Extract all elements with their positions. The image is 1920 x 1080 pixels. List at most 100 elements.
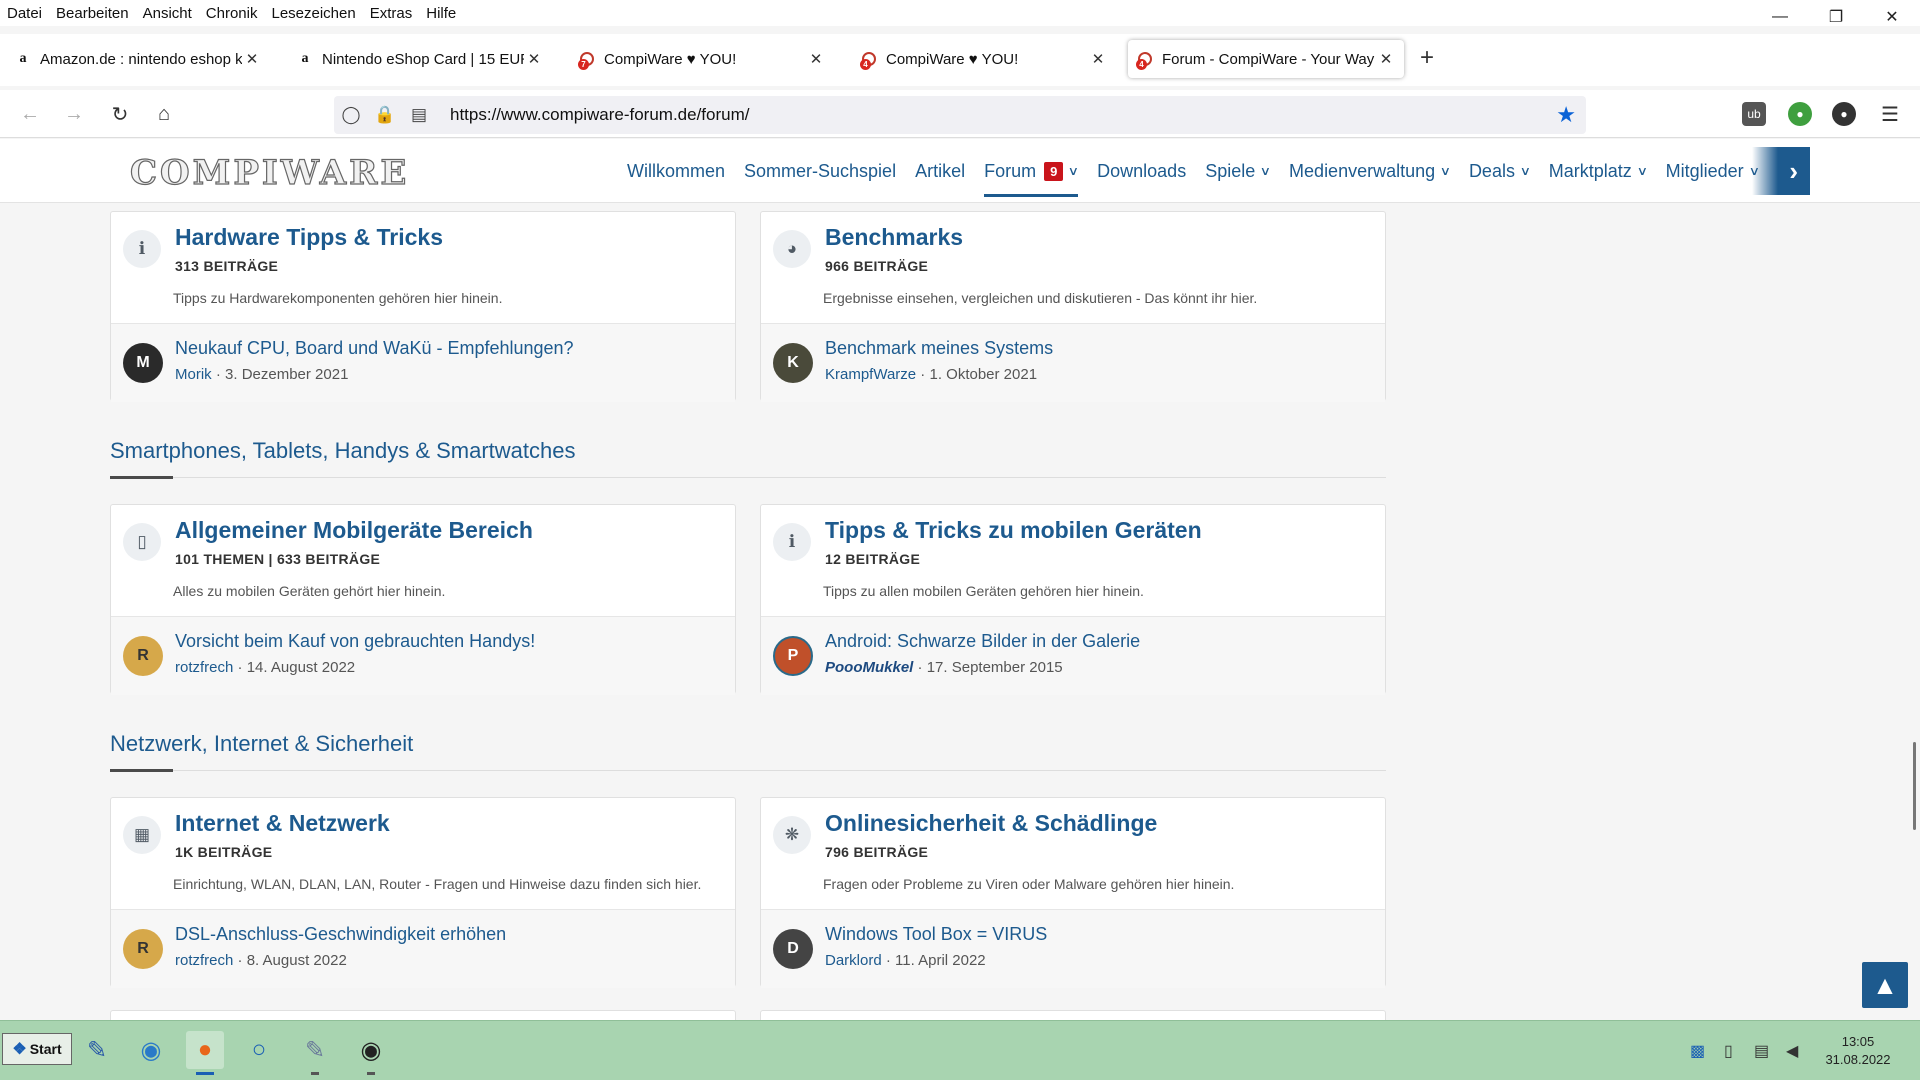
address-bar[interactable]: ◯ 🔒 ▤ https://www.compiware-forum.de/for… xyxy=(334,96,1586,134)
close-tab-icon[interactable]: ✕ xyxy=(1088,50,1108,68)
category-title[interactable]: Smartphones, Tablets, Handys & Smartwatc… xyxy=(110,438,575,464)
close-window-button[interactable]: ✕ xyxy=(1864,0,1920,34)
avatar[interactable]: D xyxy=(773,929,813,969)
avatar[interactable]: R xyxy=(123,636,163,676)
tab-amazon-1[interactable]: a Amazon.de : nintendo eshop ka ✕ xyxy=(6,40,270,78)
menu-ansicht[interactable]: Ansicht xyxy=(136,5,199,22)
menu-datei[interactable]: Datei xyxy=(0,5,49,22)
scroll-to-top-button[interactable]: ▲ xyxy=(1862,962,1908,1008)
nav-mitglieder[interactable]: Mitglieder∨ xyxy=(1665,139,1760,203)
avatar[interactable]: P xyxy=(773,636,813,676)
forum-title[interactable]: Onlinesicherheit & Schädlinge xyxy=(825,810,1157,837)
url-text[interactable]: https://www.compiware-forum.de/forum/ xyxy=(450,105,749,125)
last-thread-link[interactable]: Windows Tool Box = VIRUS xyxy=(825,924,1047,945)
last-thread-link[interactable]: Neukauf CPU, Board und WaKü - Empfehlung… xyxy=(175,338,574,359)
network-status-icon[interactable]: ▤ xyxy=(1754,1041,1769,1061)
reload-icon[interactable]: ↻ xyxy=(104,98,136,130)
site-logo[interactable]: COMPIWARE xyxy=(129,152,409,193)
chevron-down-icon[interactable]: ∨ xyxy=(1068,164,1079,178)
navigation-toolbar: ← → ↻ ⌂ ◯ 🔒 ▤ https://www.compiware-foru… xyxy=(0,90,1920,138)
menu-lesezeichen[interactable]: Lesezeichen xyxy=(264,5,362,22)
category-title[interactable]: Netzwerk, Internet & Sicherheit xyxy=(110,731,413,757)
lock-icon[interactable]: 🔒 xyxy=(368,105,402,125)
forum-title[interactable]: Hardware Tipps & Tricks xyxy=(175,224,443,251)
avatar[interactable]: K xyxy=(773,343,813,383)
nav-artikel[interactable]: Artikel xyxy=(915,139,965,203)
nav-scroll-right-button[interactable]: › xyxy=(1752,147,1810,195)
minimize-button[interactable]: — xyxy=(1752,0,1808,34)
close-tab-icon[interactable]: ✕ xyxy=(806,50,826,68)
thunderbird-icon[interactable]: ○ xyxy=(240,1031,278,1069)
post-date: 3. Dezember 2021 xyxy=(225,366,349,383)
last-thread-link[interactable]: Benchmark meines Systems xyxy=(825,338,1053,359)
tab-forum-active[interactable]: 4 Forum - CompiWare - Your Way ✕ xyxy=(1128,40,1404,78)
nav-deals[interactable]: Deals ∨ xyxy=(1469,139,1531,203)
nav-marktplatz[interactable]: Marktplatz ∨ xyxy=(1549,139,1648,203)
chevron-down-icon[interactable]: ∨ xyxy=(1636,164,1647,178)
forum-title[interactable]: Allgemeiner Mobilgeräte Bereich xyxy=(175,517,533,544)
nav-forum[interactable]: Forum 9 ∨ xyxy=(984,139,1079,203)
new-tab-button[interactable]: + xyxy=(1420,44,1434,72)
reader-icon[interactable]: ▤ xyxy=(402,105,436,125)
forum-title[interactable]: Internet & Netzwerk xyxy=(175,810,390,837)
firefox-icon[interactable]: ● xyxy=(186,1031,224,1075)
extension-globe-icon[interactable]: ● xyxy=(1788,102,1812,126)
nav-spiele[interactable]: Spiele ∨ xyxy=(1205,139,1271,203)
avatar[interactable]: M xyxy=(123,343,163,383)
post-date: 11. April 2022 xyxy=(895,952,986,969)
system-clock[interactable]: 13:05 31.08.2022 xyxy=(1818,1033,1898,1069)
start-button[interactable]: ❖ Start xyxy=(2,1033,72,1065)
nav-label: Mitglieder xyxy=(1665,160,1744,181)
avatar[interactable]: R xyxy=(123,929,163,969)
menu-bearbeiten[interactable]: Bearbeiten xyxy=(49,5,136,22)
close-tab-icon[interactable]: ✕ xyxy=(1376,50,1396,68)
tab-amazon-2[interactable]: a Nintendo eShop Card | 15 EUR ( ✕ xyxy=(288,40,552,78)
last-thread-link[interactable]: Vorsicht beim Kauf von gebrauchten Handy… xyxy=(175,631,535,652)
restore-button[interactable]: ❐ xyxy=(1808,0,1864,34)
paint-icon[interactable]: ✎ xyxy=(296,1031,334,1075)
taskbar: ❖ Start ✎ ◉ ● ○ ✎ ◉ ▩ ▯ ▤ ◀ 13:05 31.08.2… xyxy=(0,1020,1920,1080)
nav-willkommen[interactable]: Willkommen xyxy=(627,139,725,203)
username-link[interactable]: KrampfWarze xyxy=(825,366,916,383)
menu-chronik[interactable]: Chronik xyxy=(199,5,265,22)
keyboard-layout-icon[interactable]: ▩ xyxy=(1690,1041,1705,1061)
last-thread-link[interactable]: Android: Schwarze Bilder in der Galerie xyxy=(825,631,1140,652)
hamburger-menu-icon[interactable]: ☰ xyxy=(1874,98,1906,130)
battery-icon[interactable]: ▯ xyxy=(1724,1041,1733,1061)
tab-compiware-1[interactable]: 7 CompiWare ♥ YOU! ✕ xyxy=(570,40,834,78)
close-tab-icon[interactable]: ✕ xyxy=(524,50,544,68)
screenshot-tool-icon[interactable]: ◉ xyxy=(352,1031,390,1075)
network-globe-icon[interactable]: ◉ xyxy=(132,1031,170,1069)
account-icon[interactable]: ● xyxy=(1832,102,1856,126)
forum-stats: 101 THEMEN | 633 BEITRÄGE xyxy=(175,551,381,567)
username-link[interactable]: rotzfrech xyxy=(175,659,233,676)
chevron-down-icon[interactable]: ∨ xyxy=(1260,164,1271,178)
menu-hilfe[interactable]: Hilfe xyxy=(419,5,463,22)
chevron-down-icon[interactable]: ∨ xyxy=(1440,164,1451,178)
close-tab-icon[interactable]: ✕ xyxy=(242,50,262,68)
volume-icon[interactable]: ◀ xyxy=(1786,1041,1798,1061)
username-link[interactable]: Darklord xyxy=(825,952,882,969)
nav-downloads[interactable]: Downloads xyxy=(1097,139,1186,203)
username-link[interactable]: PoooMukkel xyxy=(825,659,913,676)
username-link[interactable]: Morik xyxy=(175,366,212,383)
bookmark-star-icon[interactable]: ★ xyxy=(1556,102,1576,128)
compiware-icon: 4 xyxy=(1136,50,1154,70)
nav-medienverwaltung[interactable]: Medienverwaltung ∨ xyxy=(1289,139,1451,203)
forum-title[interactable]: Benchmarks xyxy=(825,224,963,251)
forum-title[interactable]: Tipps & Tricks zu mobilen Geräten xyxy=(825,517,1202,544)
menu-extras[interactable]: Extras xyxy=(363,5,420,22)
nav-sommer-suchspiel[interactable]: Sommer-Suchspiel xyxy=(744,139,896,203)
notepad-icon[interactable]: ✎ xyxy=(78,1031,116,1069)
chevron-down-icon[interactable]: ∨ xyxy=(1520,164,1531,178)
home-icon[interactable]: ⌂ xyxy=(148,98,180,130)
page-scrollbar[interactable] xyxy=(1913,742,1916,830)
shield-icon[interactable]: ◯ xyxy=(334,105,368,125)
last-thread-link[interactable]: DSL-Anschluss-Geschwindigkeit erhöhen xyxy=(175,924,506,945)
forward-arrow-icon[interactable]: → xyxy=(58,98,90,130)
tab-compiware-2[interactable]: 4 CompiWare ♥ YOU! ✕ xyxy=(852,40,1116,78)
ublock-icon[interactable]: ub xyxy=(1742,102,1766,126)
back-arrow-icon[interactable]: ← xyxy=(14,98,46,130)
category-underline xyxy=(110,476,173,479)
username-link[interactable]: rotzfrech xyxy=(175,952,233,969)
